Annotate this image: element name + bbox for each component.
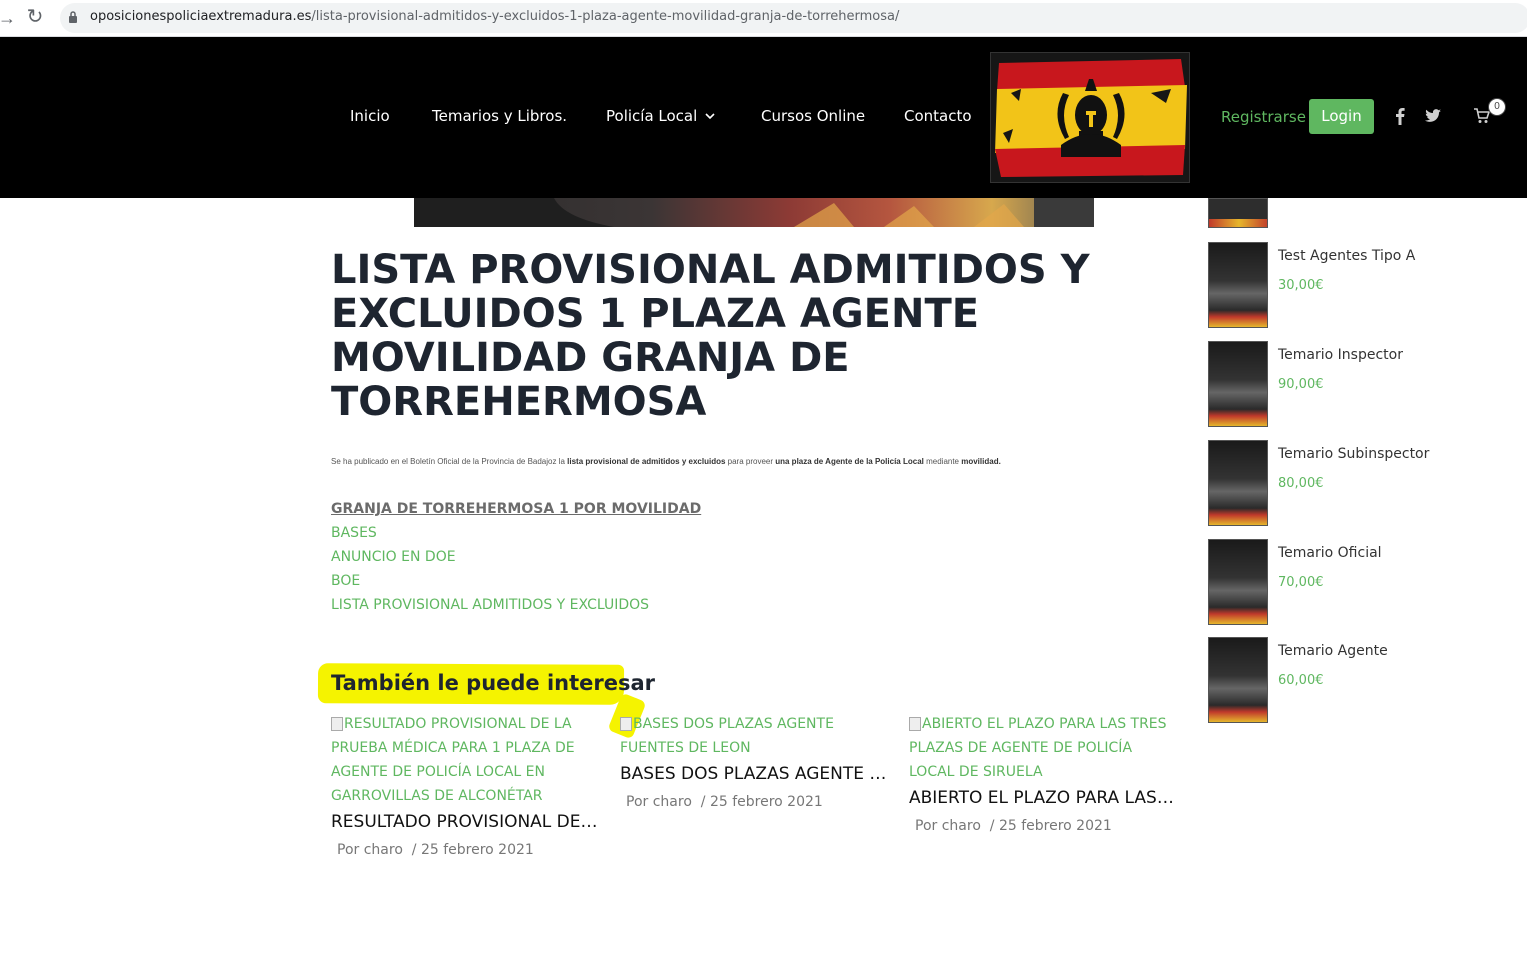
product-item: Temario Inspector 90,00€ bbox=[1208, 341, 1518, 427]
menu-item-policia-label: Policía Local bbox=[606, 107, 698, 125]
related-post-alt-text: RESULTADO PROVISIONAL DE LA PRUEBA MÉDIC… bbox=[331, 716, 575, 804]
related-post-image-alt[interactable]: RESULTADO PROVISIONAL DE LA PRUEBA MÉDIC… bbox=[331, 712, 601, 808]
url-text[interactable]: oposicionespoliciaextremadura.es/lista-p… bbox=[90, 9, 899, 24]
post-author[interactable]: Por charo bbox=[626, 794, 692, 810]
product-name[interactable]: Temario Subinspector bbox=[1278, 446, 1429, 462]
twitter-icon[interactable] bbox=[1425, 109, 1441, 123]
product-thumbnail-partial[interactable] bbox=[1208, 198, 1268, 228]
product-item: Temario Subinspector 80,00€ bbox=[1208, 440, 1518, 526]
related-post-headline[interactable]: ABIERTO EL PLAZO PARA LAS ... bbox=[909, 786, 1177, 810]
related-post-headline[interactable]: RESULTADO PROVISIONAL DE ... bbox=[331, 810, 599, 834]
product-thumbnail[interactable] bbox=[1208, 341, 1268, 427]
related-post-3: ABIERTO EL PLAZO PARA LAS TRES PLAZAS DE… bbox=[909, 712, 1179, 834]
related-post-alt-text: BASES DOS PLAZAS AGENTE FUENTES DE LEON bbox=[620, 716, 834, 756]
product-name[interactable]: Test Agentes Tipo A bbox=[1278, 248, 1415, 264]
url-path: /lista-provisional-admitidos-y-excluidos… bbox=[311, 9, 900, 24]
related-post-image-alt[interactable]: BASES DOS PLAZAS AGENTE FUENTES DE LEON bbox=[620, 712, 890, 760]
product-price: 80,00€ bbox=[1278, 476, 1324, 491]
product-thumbnail[interactable] bbox=[1208, 539, 1268, 625]
intro-text-2: para proveer bbox=[725, 457, 776, 466]
product-item: Temario Agente 60,00€ bbox=[1208, 637, 1518, 723]
broken-image-icon bbox=[909, 717, 921, 731]
related-post-headline[interactable]: BASES DOS PLAZAS AGENTE F... bbox=[620, 762, 888, 786]
product-item: Test Agentes Tipo A 30,00€ bbox=[1208, 242, 1518, 328]
related-post-meta: Por charo / 25 febrero 2021 bbox=[909, 818, 1179, 834]
spartan-flag-logo bbox=[991, 53, 1189, 182]
menu-item-cursos-online[interactable]: Cursos Online bbox=[761, 107, 865, 125]
site-logo[interactable] bbox=[990, 52, 1190, 183]
post-author[interactable]: Por charo bbox=[915, 818, 981, 834]
login-button[interactable]: Login bbox=[1309, 99, 1374, 134]
link-bases[interactable]: BASES bbox=[331, 521, 701, 545]
link-anuncio-doe[interactable]: ANUNCIO EN DOE bbox=[331, 545, 701, 569]
product-thumbnail[interactable] bbox=[1208, 637, 1268, 723]
intro-text-3: mediante bbox=[923, 457, 962, 466]
register-link[interactable]: Registrarse bbox=[1221, 108, 1306, 126]
document-links: GRANJA DE TORREHERMOSA 1 POR MOVILIDAD B… bbox=[331, 497, 701, 617]
related-post-meta: Por charo / 25 febrero 2021 bbox=[620, 794, 890, 810]
related-post-2: BASES DOS PLAZAS AGENTE FUENTES DE LEON … bbox=[620, 712, 890, 810]
menu-item-inicio[interactable]: Inicio bbox=[350, 107, 390, 125]
product-price: 90,00€ bbox=[1278, 377, 1324, 392]
related-post-image-alt[interactable]: ABIERTO EL PLAZO PARA LAS TRES PLAZAS DE… bbox=[909, 712, 1179, 784]
forward-arrow-icon[interactable]: → bbox=[0, 8, 16, 28]
intro-bold-3: movilidad. bbox=[961, 457, 1001, 466]
product-thumbnail[interactable] bbox=[1208, 242, 1268, 328]
intro-bold-2: una plaza de Agente de la Policía Local bbox=[775, 457, 924, 466]
product-price: 60,00€ bbox=[1278, 673, 1324, 688]
reload-icon[interactable]: ↻ bbox=[24, 6, 46, 28]
chevron-down-icon bbox=[705, 113, 715, 120]
related-post-alt-text: ABIERTO EL PLAZO PARA LAS TRES PLAZAS DE… bbox=[909, 716, 1167, 780]
link-boe[interactable]: BOE bbox=[331, 569, 701, 593]
post-date: / 25 febrero 2021 bbox=[411, 842, 534, 858]
product-name[interactable]: Temario Inspector bbox=[1278, 347, 1403, 363]
related-post-meta: Por charo / 25 febrero 2021 bbox=[331, 842, 601, 858]
url-domain: oposicionespoliciaextremadura.es bbox=[90, 9, 312, 24]
broken-image-icon bbox=[620, 717, 632, 731]
related-post-1: RESULTADO PROVISIONAL DE LA PRUEBA MÉDIC… bbox=[331, 712, 601, 858]
browser-toolbar: → ↻ oposicionespoliciaextremadura.es/lis… bbox=[0, 0, 1527, 37]
cart-count-badge: 0 bbox=[1488, 98, 1506, 116]
featured-image bbox=[414, 198, 1094, 227]
page-title: LISTA PROVISIONAL ADMITIDOS Y EXCLUIDOS … bbox=[331, 247, 1090, 425]
broken-image-icon bbox=[331, 717, 343, 731]
post-date: / 25 febrero 2021 bbox=[700, 794, 823, 810]
intro-paragraph: Se ha publicado en el Boletín Oficial de… bbox=[331, 457, 1091, 466]
link-lista-provisional[interactable]: LISTA PROVISIONAL ADMITIDOS Y EXCLUIDOS bbox=[331, 593, 701, 617]
product-price: 30,00€ bbox=[1278, 278, 1324, 293]
product-name[interactable]: Temario Oficial bbox=[1278, 545, 1382, 561]
links-heading: GRANJA DE TORREHERMOSA 1 POR MOVILIDAD bbox=[331, 501, 702, 517]
lock-icon bbox=[69, 11, 77, 23]
product-name[interactable]: Temario Agente bbox=[1278, 643, 1388, 659]
site-header: Inicio Temarios y Libros. Policía Local … bbox=[0, 37, 1527, 198]
product-thumbnail[interactable] bbox=[1208, 440, 1268, 526]
post-author[interactable]: Por charo bbox=[337, 842, 403, 858]
menu-item-temarios[interactable]: Temarios y Libros. bbox=[432, 107, 567, 125]
intro-text-1: Se ha publicado en el Boletín Oficial de… bbox=[331, 457, 568, 466]
cart-icon[interactable] bbox=[1474, 108, 1490, 124]
facebook-icon[interactable] bbox=[1394, 107, 1406, 125]
product-item: Temario Oficial 70,00€ bbox=[1208, 539, 1518, 625]
menu-item-policia-local[interactable]: Policía Local bbox=[606, 107, 715, 125]
menu-item-contacto[interactable]: Contacto bbox=[904, 107, 972, 125]
product-price: 70,00€ bbox=[1278, 575, 1324, 590]
related-posts-title: También le puede interesar bbox=[331, 671, 656, 695]
post-date: / 25 febrero 2021 bbox=[989, 818, 1112, 834]
featured-image-graphic bbox=[414, 198, 1094, 227]
intro-bold-1: lista provisional de admitidos y excluid… bbox=[567, 457, 726, 466]
